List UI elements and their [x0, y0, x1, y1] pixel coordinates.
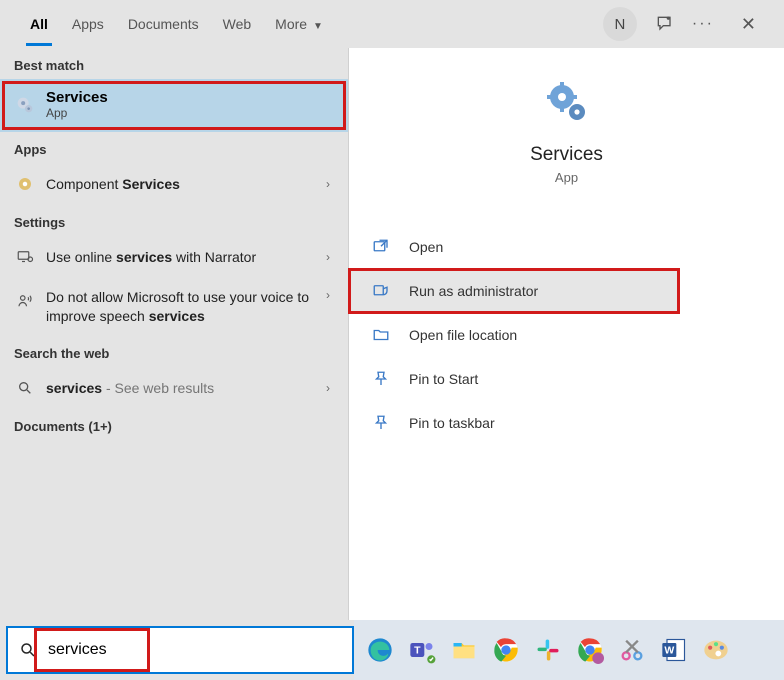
taskbar-icon-word[interactable]: W [658, 634, 690, 666]
taskbar-icon-slack[interactable] [532, 634, 564, 666]
open-icon [369, 235, 393, 259]
gear-icon [14, 94, 36, 116]
tab-more-label: More [275, 16, 307, 32]
component-services-icon [14, 173, 36, 195]
monitor-icon [14, 246, 36, 268]
best-match-result[interactable]: Services App [0, 79, 348, 132]
preview-title: Services [530, 144, 603, 166]
pin-icon [369, 411, 393, 435]
web-header: Search the web [0, 336, 348, 367]
results-pane: Best match Services App Apps Component S… [0, 48, 348, 620]
best-match-subtitle: App [46, 106, 108, 120]
services-app-icon [543, 78, 591, 126]
action-pin-to-start[interactable]: Pin to Start [349, 357, 784, 401]
taskbar-icon-chrome[interactable] [490, 634, 522, 666]
action-label: Open [409, 239, 443, 255]
action-label: Pin to taskbar [409, 415, 495, 431]
taskbar-icon-file-explorer[interactable] [448, 634, 480, 666]
folder-icon [369, 323, 393, 347]
settings-result-label: Use online services with Narrator [46, 249, 322, 265]
svg-text:W: W [664, 645, 674, 657]
svg-text:T: T [414, 645, 421, 657]
taskbar: T W [354, 620, 784, 680]
documents-header: Documents (1+) [0, 409, 348, 440]
action-pin-to-taskbar[interactable]: Pin to taskbar [349, 401, 784, 445]
more-options-icon[interactable]: ··· [693, 14, 713, 34]
search-input[interactable] [48, 628, 352, 672]
chevron-right-icon[interactable]: › [322, 288, 334, 302]
action-open[interactable]: Open [349, 225, 784, 269]
action-open-file-location[interactable]: Open file location [349, 313, 784, 357]
speech-icon [14, 290, 36, 312]
preview-pane: Services App Open Run as administrator O… [348, 48, 784, 620]
chevron-down-icon: ▼ [313, 21, 323, 32]
close-button[interactable]: ✕ [731, 10, 766, 39]
bottom-bar: T W [0, 620, 784, 680]
taskbar-icon-chrome-profile[interactable] [574, 634, 606, 666]
best-match-header: Best match [0, 48, 348, 79]
search-box[interactable] [6, 626, 354, 674]
feedback-icon[interactable] [655, 14, 675, 34]
tab-more[interactable]: More ▼ [263, 2, 335, 46]
settings-result-speech[interactable]: Do not allow Microsoft to use your voice… [0, 278, 348, 336]
tab-apps[interactable]: Apps [60, 2, 116, 46]
action-label: Open file location [409, 327, 517, 343]
search-scope-tabs: All Apps Documents Web More ▼ N ··· ✕ [0, 0, 784, 48]
settings-result-narrator[interactable]: Use online services with Narrator › [0, 236, 348, 278]
tab-documents[interactable]: Documents [116, 2, 211, 46]
admin-shield-icon [369, 279, 393, 303]
web-result[interactable]: services - See web results › [0, 367, 348, 409]
apps-header: Apps [0, 132, 348, 163]
search-icon [14, 377, 36, 399]
user-avatar[interactable]: N [603, 7, 637, 41]
taskbar-icon-teams[interactable]: T [406, 634, 438, 666]
best-match-title: Services [46, 89, 108, 106]
tab-web[interactable]: Web [211, 2, 264, 46]
settings-header: Settings [0, 205, 348, 236]
web-result-label: services - See web results [46, 380, 322, 396]
tab-all[interactable]: All [18, 2, 60, 46]
apps-result-label: Component Services [46, 176, 322, 192]
preview-subtitle: App [555, 170, 578, 185]
settings-result-label: Do not allow Microsoft to use your voice… [46, 288, 322, 326]
chevron-right-icon[interactable]: › [322, 177, 334, 191]
taskbar-icon-paint[interactable] [700, 634, 732, 666]
search-icon [8, 641, 48, 659]
action-label: Pin to Start [409, 371, 478, 387]
taskbar-icon-snipping[interactable] [616, 634, 648, 666]
preview-actions: Open Run as administrator Open file loca… [349, 225, 784, 445]
taskbar-icon-edge[interactable] [364, 634, 396, 666]
chevron-right-icon[interactable]: › [322, 381, 334, 395]
action-run-as-admin[interactable]: Run as administrator [349, 269, 679, 313]
apps-result-component-services[interactable]: Component Services › [0, 163, 348, 205]
pin-icon [369, 367, 393, 391]
chevron-right-icon[interactable]: › [322, 250, 334, 264]
action-label: Run as administrator [409, 283, 538, 299]
